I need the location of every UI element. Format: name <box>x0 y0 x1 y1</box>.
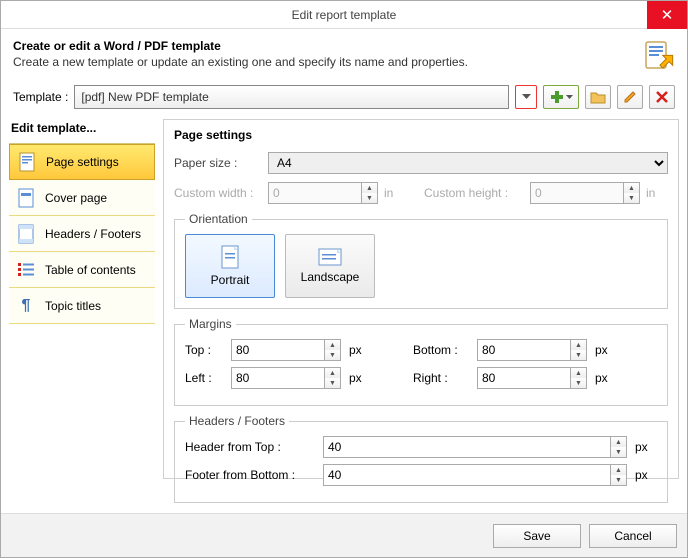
cover-icon <box>17 188 35 208</box>
header-top-label: Header from Top : <box>185 440 315 454</box>
portrait-card[interactable]: Portrait <box>185 234 275 298</box>
dialog-footer: Save Cancel <box>1 513 687 557</box>
nav-label: Topic titles <box>45 299 101 313</box>
nav-label: Page settings <box>46 155 119 169</box>
add-template-button[interactable] <box>543 85 579 109</box>
settings-panel: Page settings Paper size : A4 Custom wid… <box>163 119 679 479</box>
right-stepper[interactable]: ▲▼ <box>477 367 587 389</box>
nav-heading: Edit template... <box>11 121 155 135</box>
nav-label: Headers / Footers <box>45 227 141 241</box>
left-stepper[interactable]: ▲▼ <box>231 367 341 389</box>
bottom-stepper[interactable]: ▲▼ <box>477 339 587 361</box>
footer-bottom-label: Footer from Bottom : <box>185 468 315 482</box>
template-combo[interactable]: [pdf] New PDF template <box>74 85 509 109</box>
unit: px <box>349 371 371 385</box>
ch-unit: in <box>646 186 668 200</box>
top-label: Top : <box>185 343 223 357</box>
orientation-group: Orientation Portrait Landscape <box>174 212 668 309</box>
unit: px <box>595 371 617 385</box>
landscape-card[interactable]: Landscape <box>285 234 375 298</box>
nav-item-headers-footers[interactable]: Headers / Footers <box>9 216 155 252</box>
page-icon <box>18 152 36 172</box>
custom-height-label: Custom height : <box>424 186 524 200</box>
pilcrow-icon: ¶ <box>17 296 35 316</box>
nav-label: Cover page <box>45 191 107 205</box>
unit: px <box>349 343 371 357</box>
window-title: Edit report template <box>292 8 397 22</box>
titlebar: Edit report template ✕ <box>1 1 687 29</box>
left-label: Left : <box>185 371 223 385</box>
nav-item-cover-page[interactable]: Cover page <box>9 180 155 216</box>
settings-heading: Page settings <box>174 128 668 142</box>
unit: px <box>635 440 657 454</box>
header-top-stepper[interactable]: ▲▼ <box>323 436 627 458</box>
orientation-legend: Orientation <box>185 212 252 226</box>
margins-group: Margins Top : ▲▼ px Bottom : ▲▼ px Left … <box>174 317 668 406</box>
landscape-label: Landscape <box>301 270 360 284</box>
delete-button[interactable] <box>649 85 675 109</box>
paper-size-select[interactable]: A4 <box>268 152 668 174</box>
header-title: Create or edit a Word / PDF template <box>13 39 221 53</box>
margins-legend: Margins <box>185 317 236 331</box>
headers-icon <box>17 224 35 244</box>
custom-width-stepper: ▲▼ <box>268 182 378 204</box>
template-row: Template : [pdf] New PDF template <box>1 79 687 119</box>
portrait-label: Portrait <box>211 273 250 287</box>
right-label: Right : <box>413 371 469 385</box>
header-subtitle: Create a new template or update an exist… <box>13 55 468 69</box>
bottom-label: Bottom : <box>413 343 469 357</box>
custom-width-label: Custom width : <box>174 186 262 200</box>
close-icon[interactable]: ✕ <box>647 1 687 29</box>
paper-size-label: Paper size : <box>174 156 262 170</box>
unit: px <box>595 343 617 357</box>
footer-bottom-stepper[interactable]: ▲▼ <box>323 464 627 486</box>
headers-footers-group: Headers / Footers Header from Top : ▲▼ p… <box>174 414 668 503</box>
portrait-icon <box>221 245 239 269</box>
unit: px <box>635 468 657 482</box>
open-folder-button[interactable] <box>585 85 611 109</box>
nav-item-topic-titles[interactable]: ¶ Topic titles <box>9 288 155 324</box>
nav-item-page-settings[interactable]: Page settings <box>9 144 155 180</box>
cw-unit: in <box>384 186 406 200</box>
nav-label: Table of contents <box>45 263 136 277</box>
template-label: Template : <box>13 90 68 104</box>
hf-legend: Headers / Footers <box>185 414 289 428</box>
landscape-icon <box>318 248 342 266</box>
nav-item-toc[interactable]: Table of contents <box>9 252 155 288</box>
save-button[interactable]: Save <box>493 524 581 548</box>
top-stepper[interactable]: ▲▼ <box>231 339 341 361</box>
template-dropdown-button[interactable] <box>515 85 537 109</box>
toc-icon <box>17 260 35 280</box>
header: Create or edit a Word / PDF template Cre… <box>1 29 687 79</box>
nav-panel: Edit template... Page settings Cover pag… <box>9 119 155 479</box>
custom-height-stepper: ▲▼ <box>530 182 640 204</box>
template-hero-icon <box>643 39 675 71</box>
edit-button[interactable] <box>617 85 643 109</box>
cancel-button[interactable]: Cancel <box>589 524 677 548</box>
